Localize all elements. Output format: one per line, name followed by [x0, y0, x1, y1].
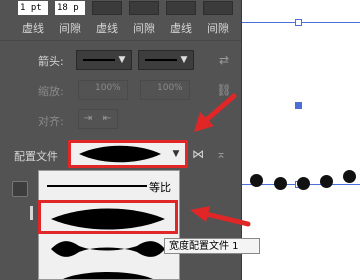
dash-3-label: 虚线 — [170, 22, 192, 35]
selection-center-point[interactable] — [295, 102, 302, 109]
start-arrowhead-dropdown[interactable]: ▼ — [76, 50, 132, 70]
profile-label: 配置文件 — [14, 150, 58, 163]
section-divider — [0, 40, 241, 41]
chevron-down-icon: ▼ — [180, 55, 188, 65]
align-buttons: ⇥ ⇤ — [78, 109, 118, 129]
arrowheads-label: 箭头: — [38, 55, 64, 68]
chevron-down-icon: ▼ — [118, 55, 126, 65]
panel-side-icon[interactable] — [12, 181, 28, 197]
dash-2-input[interactable] — [92, 1, 122, 15]
scale-start-field[interactable]: 100% — [78, 80, 128, 100]
dash-3-input[interactable] — [166, 1, 196, 15]
stroke-dot — [343, 170, 356, 183]
scale-label: 缩放: — [38, 85, 64, 98]
arrowhead-none-preview — [145, 59, 177, 61]
scale-end-value: 100% — [157, 83, 183, 93]
width-profile-2-preview — [51, 241, 165, 257]
profile-option-highlight — [38, 200, 178, 234]
gap-3-label: 间隙 — [207, 22, 229, 35]
align-fit-icon[interactable]: ⇤ — [98, 111, 116, 127]
gap-2-label: 间隙 — [133, 22, 155, 35]
profile-tooltip: 宽度配置文件 1 — [164, 238, 260, 254]
profile-option-width-3[interactable] — [41, 265, 175, 279]
width-profile-3-preview — [63, 272, 153, 279]
align-extend-icon[interactable]: ⇥ — [79, 111, 97, 127]
callout-arrow-bottom — [190, 206, 251, 227]
selection-handle[interactable] — [295, 19, 302, 26]
scale-end-field[interactable]: 100% — [140, 80, 190, 100]
profile-option-width-2[interactable] — [41, 237, 175, 261]
flip-across-icon[interactable]: ⋈ — [190, 146, 206, 162]
callout-arrow-top — [194, 93, 237, 132]
panel-side-indicator — [30, 206, 33, 220]
align-label: 对齐: — [38, 115, 64, 128]
end-arrowhead-dropdown[interactable]: ▼ — [138, 50, 194, 70]
gap-3-input[interactable] — [203, 1, 233, 15]
flip-along-icon[interactable]: ⌅ — [213, 146, 229, 162]
swap-arrowheads-icon[interactable]: ⇄ — [216, 52, 232, 68]
profile-option-uniform-label: 等比 — [149, 181, 171, 194]
stroke-dot — [297, 177, 310, 190]
stroke-dot — [320, 175, 333, 188]
dash-2-label: 虚线 — [96, 22, 118, 35]
stroke-dot — [250, 174, 263, 187]
gap-1-label: 间隙 — [59, 22, 81, 35]
gap-2-input[interactable] — [129, 1, 159, 15]
profile-dropdown-highlight — [68, 140, 188, 168]
stroke-dot — [274, 177, 287, 190]
profile-option-uniform[interactable]: 等比 — [41, 175, 177, 197]
dash-1-label: 虚线 — [22, 22, 44, 35]
uniform-line-preview — [47, 185, 147, 187]
arrowhead-none-preview — [83, 59, 115, 61]
dash-1-input[interactable]: 1 pt — [18, 1, 48, 15]
scale-start-value: 100% — [95, 83, 121, 93]
gap-1-input[interactable]: 18 p — [55, 1, 85, 15]
